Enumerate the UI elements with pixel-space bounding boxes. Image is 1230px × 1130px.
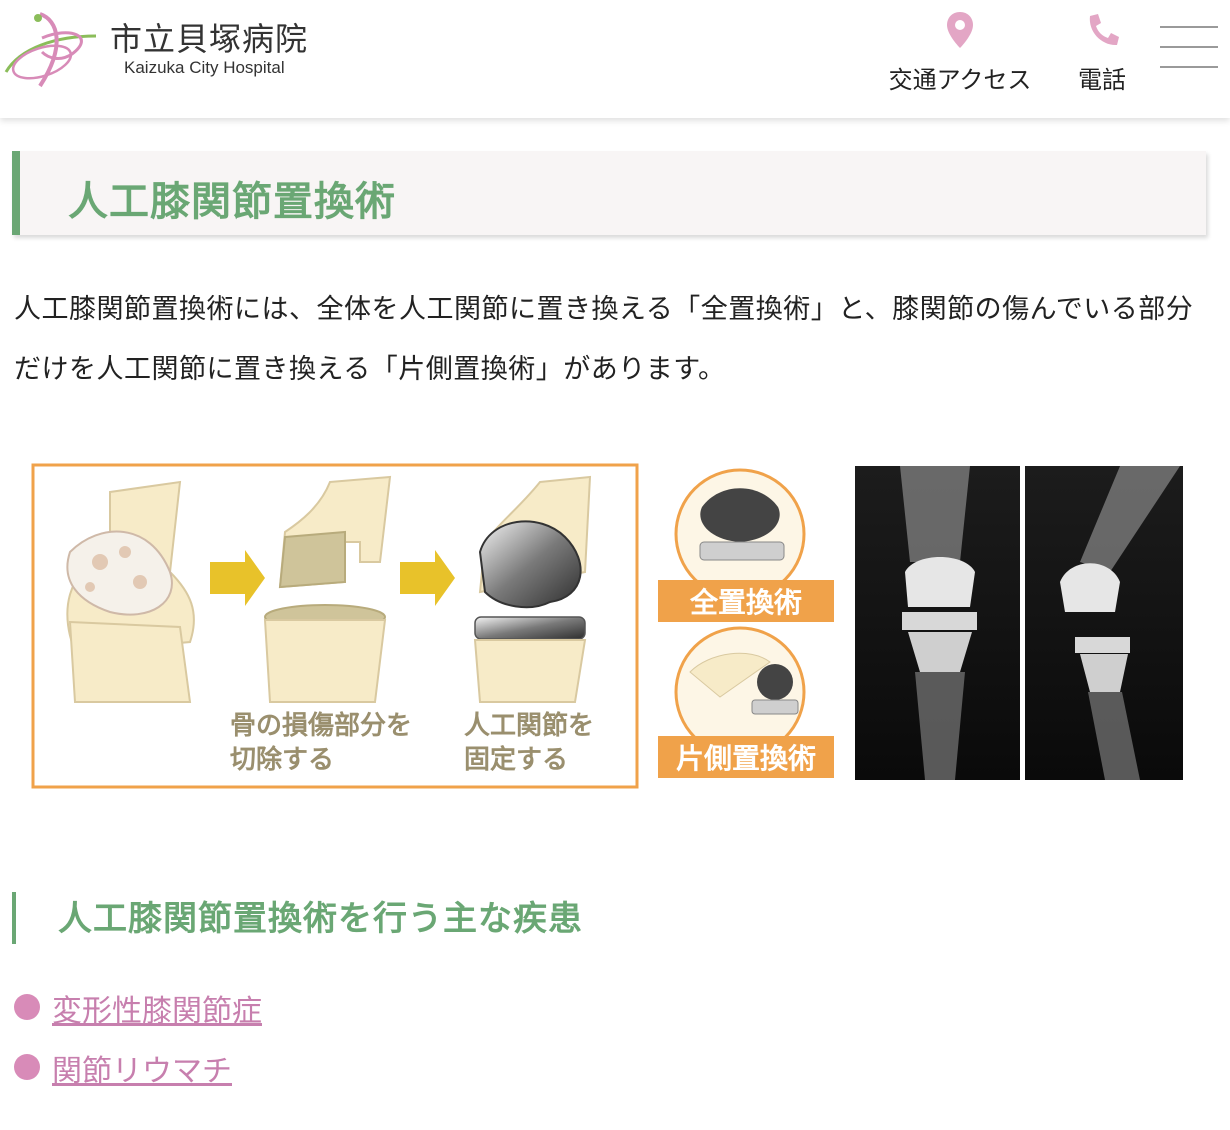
menu-line-icon [1160, 26, 1218, 28]
hamburger-menu-button[interactable] [1160, 26, 1218, 72]
page-title-box: 人工膝関節置換術 [12, 151, 1206, 235]
step2-caption-line1: 人工関節を [464, 710, 594, 741]
page-title: 人工膝関節置換術 [68, 179, 396, 225]
nav-access-button[interactable]: 交通アクセス [880, 10, 1040, 95]
nav-access-label: 交通アクセス [888, 66, 1032, 94]
menu-line-icon [1160, 46, 1218, 48]
intro-paragraph: 人工膝関節置換術には、全体を人工関節に置き換える「全置換術」と、膝関節の傷んでい… [14, 294, 1194, 385]
total-replacement-label: 全置換術 [689, 586, 802, 619]
site-header: 市立貝塚病院 Kaizuka City Hospital 交通アクセス 電話 [0, 0, 1230, 118]
diseases-heading: 人工膝関節置換術を行う主な疾患 [12, 892, 583, 944]
nav-phone-button[interactable]: 電話 [1066, 10, 1138, 95]
step1-caption-line1: 骨の損傷部分を [230, 711, 412, 741]
hospital-name-jp: 市立貝塚病院 [110, 20, 309, 58]
nav-phone-label: 電話 [1078, 66, 1126, 94]
xray-front-image [855, 466, 1020, 780]
knee-replacement-illustration: 骨の損傷部分を 切除する 人工関節を 固定する 全置換術 片側置換術 [31, 463, 1183, 789]
partial-replacement-label: 片側置換術 [676, 742, 816, 775]
step1-caption-line2: 切除する [230, 744, 334, 775]
disease-link-rheumatoid-arthritis[interactable]: 関節リウマチ [52, 1046, 232, 1090]
step2-caption-line2: 固定する [464, 744, 568, 775]
disease-link-osteoarthritis[interactable]: 変形性膝関節症 [52, 986, 262, 1030]
bullet-icon [14, 1054, 40, 1080]
bullet-icon [14, 994, 40, 1020]
hospital-name-en: Kaizuka City Hospital [124, 58, 285, 77]
hospital-logo[interactable] [0, 6, 110, 92]
menu-line-icon [1160, 66, 1218, 68]
xray-side-image [1025, 466, 1183, 780]
map-pin-icon [947, 12, 973, 48]
phone-icon [1089, 14, 1119, 46]
